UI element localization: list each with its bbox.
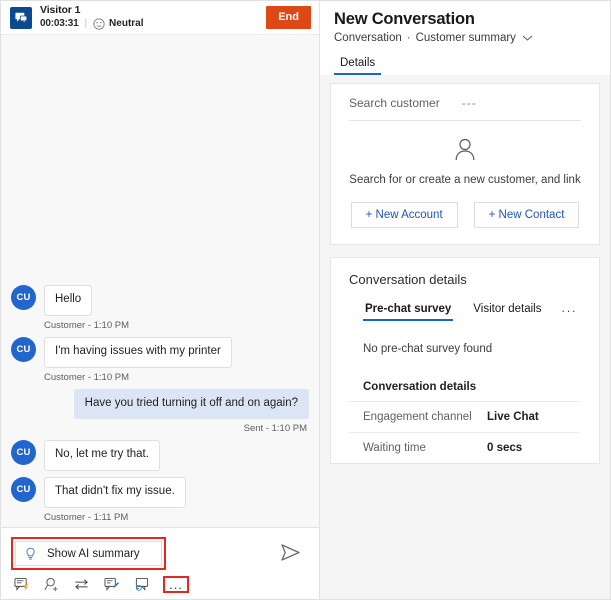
conversation-details-card: Conversation details Pre-chat survey Vis… xyxy=(330,257,600,464)
live-chat-workspace: Visitor 1 00:03:31 | Neutral End CU Hell… xyxy=(0,0,611,600)
message-bubble: Have you tried turning it off and on aga… xyxy=(73,388,309,420)
chat-bubble-icon xyxy=(10,6,32,29)
search-customer-value: --- xyxy=(461,96,477,110)
avatar: CU xyxy=(11,440,36,466)
page-title: New Conversation xyxy=(334,10,475,28)
divider: | xyxy=(84,18,88,30)
neutral-face-icon xyxy=(92,17,105,30)
message-bubble: That didn't fix my issue. xyxy=(44,477,186,508)
consult-icon[interactable] xyxy=(133,576,150,593)
conversation-details-card-title: Conversation details xyxy=(349,272,467,287)
message-row: CU No, let me try that. xyxy=(11,440,309,472)
avatar: CU xyxy=(11,477,36,503)
message-timestamp: Customer - 1:11 PM xyxy=(44,512,129,523)
breadcrumb-item-customer-summary[interactable]: Customer summary xyxy=(416,32,516,44)
compose-area: Show AI summary ... xyxy=(1,527,319,599)
show-ai-summary-button[interactable]: Show AI summary xyxy=(15,541,162,566)
search-customer-label: Search customer xyxy=(349,96,440,110)
compose-toolbar: ... xyxy=(13,576,189,593)
search-knowledge-icon[interactable] xyxy=(43,576,60,593)
field-row-waiting-time: Waiting time 0 secs xyxy=(349,433,579,463)
breadcrumb-item-conversation: Conversation xyxy=(334,32,402,44)
chat-header: Visitor 1 00:03:31 | Neutral End xyxy=(1,1,319,35)
chat-pane: Visitor 1 00:03:31 | Neutral End CU Hell… xyxy=(1,1,320,599)
conversation-details-section-title: Conversation details xyxy=(349,355,579,402)
details-pane: New Conversation Conversation · Customer… xyxy=(320,1,610,599)
avatar: CU xyxy=(11,336,36,362)
breadcrumb-separator: · xyxy=(406,32,411,44)
message-bubble: I'm having issues with my printer xyxy=(44,336,232,368)
customer-empty-state: Search for or create a new customer, and… xyxy=(349,121,581,228)
message-timestamp: Sent - 1:10 PM xyxy=(243,423,307,435)
more-commands-label: ... xyxy=(169,576,183,592)
avatar: CU xyxy=(11,285,36,311)
lightbulb-icon xyxy=(24,547,37,561)
message-row: CU Hello xyxy=(11,285,309,316)
tab-details[interactable]: Details xyxy=(334,54,382,75)
tab-visitor-details[interactable]: Visitor details xyxy=(471,301,543,321)
sentiment-label: Neutral xyxy=(109,18,144,30)
visitor-status-row: 00:03:31 | Neutral xyxy=(40,17,144,30)
show-ai-summary-label: Show AI summary xyxy=(47,547,140,560)
customer-empty-text: Search for or create a new customer, and… xyxy=(349,174,581,186)
message-row: CU That didn't fix my issue. xyxy=(11,477,309,508)
conversation-sub-tabs: Pre-chat survey Visitor details ... xyxy=(349,301,581,321)
no-pre-chat-survey-text: No pre-chat survey found xyxy=(363,343,493,355)
details-header: New Conversation Conversation · Customer… xyxy=(320,1,610,44)
search-customer-row[interactable]: Search customer --- xyxy=(349,96,581,121)
end-conversation-button[interactable]: End xyxy=(266,6,311,29)
new-account-button[interactable]: + New Account xyxy=(350,202,458,228)
details-tabs: Details xyxy=(320,44,610,75)
message-list: CU Hello Customer - 1:10 PM CU I'm havin… xyxy=(1,35,319,527)
notes-icon[interactable] xyxy=(103,576,120,593)
message-bubble: No, let me try that. xyxy=(44,440,160,472)
field-value: Live Chat xyxy=(487,411,539,423)
tab-pre-chat-survey[interactable]: Pre-chat survey xyxy=(363,301,454,321)
customer-actions: + New Account + New Contact xyxy=(349,202,581,228)
chevron-down-icon[interactable] xyxy=(522,34,533,42)
visitor-meta: Visitor 1 00:03:31 | Neutral xyxy=(40,3,144,31)
transfer-icon[interactable] xyxy=(73,576,90,593)
sub-tabs-overflow-button[interactable]: ... xyxy=(561,301,577,321)
details-body: Search customer --- Search for or create… xyxy=(320,75,610,599)
visitor-name: Visitor 1 xyxy=(40,3,81,16)
person-icon xyxy=(453,137,477,163)
field-key: Engagement channel xyxy=(363,411,472,423)
quick-replies-icon[interactable] xyxy=(13,576,30,593)
field-value: 0 secs xyxy=(487,442,523,454)
message-row: Have you tried turning it off and on aga… xyxy=(11,388,309,420)
conversation-timer: 00:03:31 xyxy=(40,18,79,30)
message-row: CU I'm having issues with my printer xyxy=(11,336,309,368)
field-key: Waiting time xyxy=(363,442,426,454)
customer-search-card: Search customer --- Search for or create… xyxy=(330,83,600,245)
message-timestamp: Customer - 1:10 PM xyxy=(44,371,129,383)
new-contact-button[interactable]: + New Contact xyxy=(473,202,580,228)
breadcrumb: Conversation · Customer summary xyxy=(334,32,610,44)
more-commands-button[interactable]: ... xyxy=(163,576,189,593)
field-row-engagement-channel: Engagement channel Live Chat xyxy=(349,402,579,433)
message-bubble: Hello xyxy=(44,285,93,316)
message-timestamp: Customer - 1:10 PM xyxy=(44,319,129,331)
send-icon[interactable] xyxy=(280,543,302,563)
